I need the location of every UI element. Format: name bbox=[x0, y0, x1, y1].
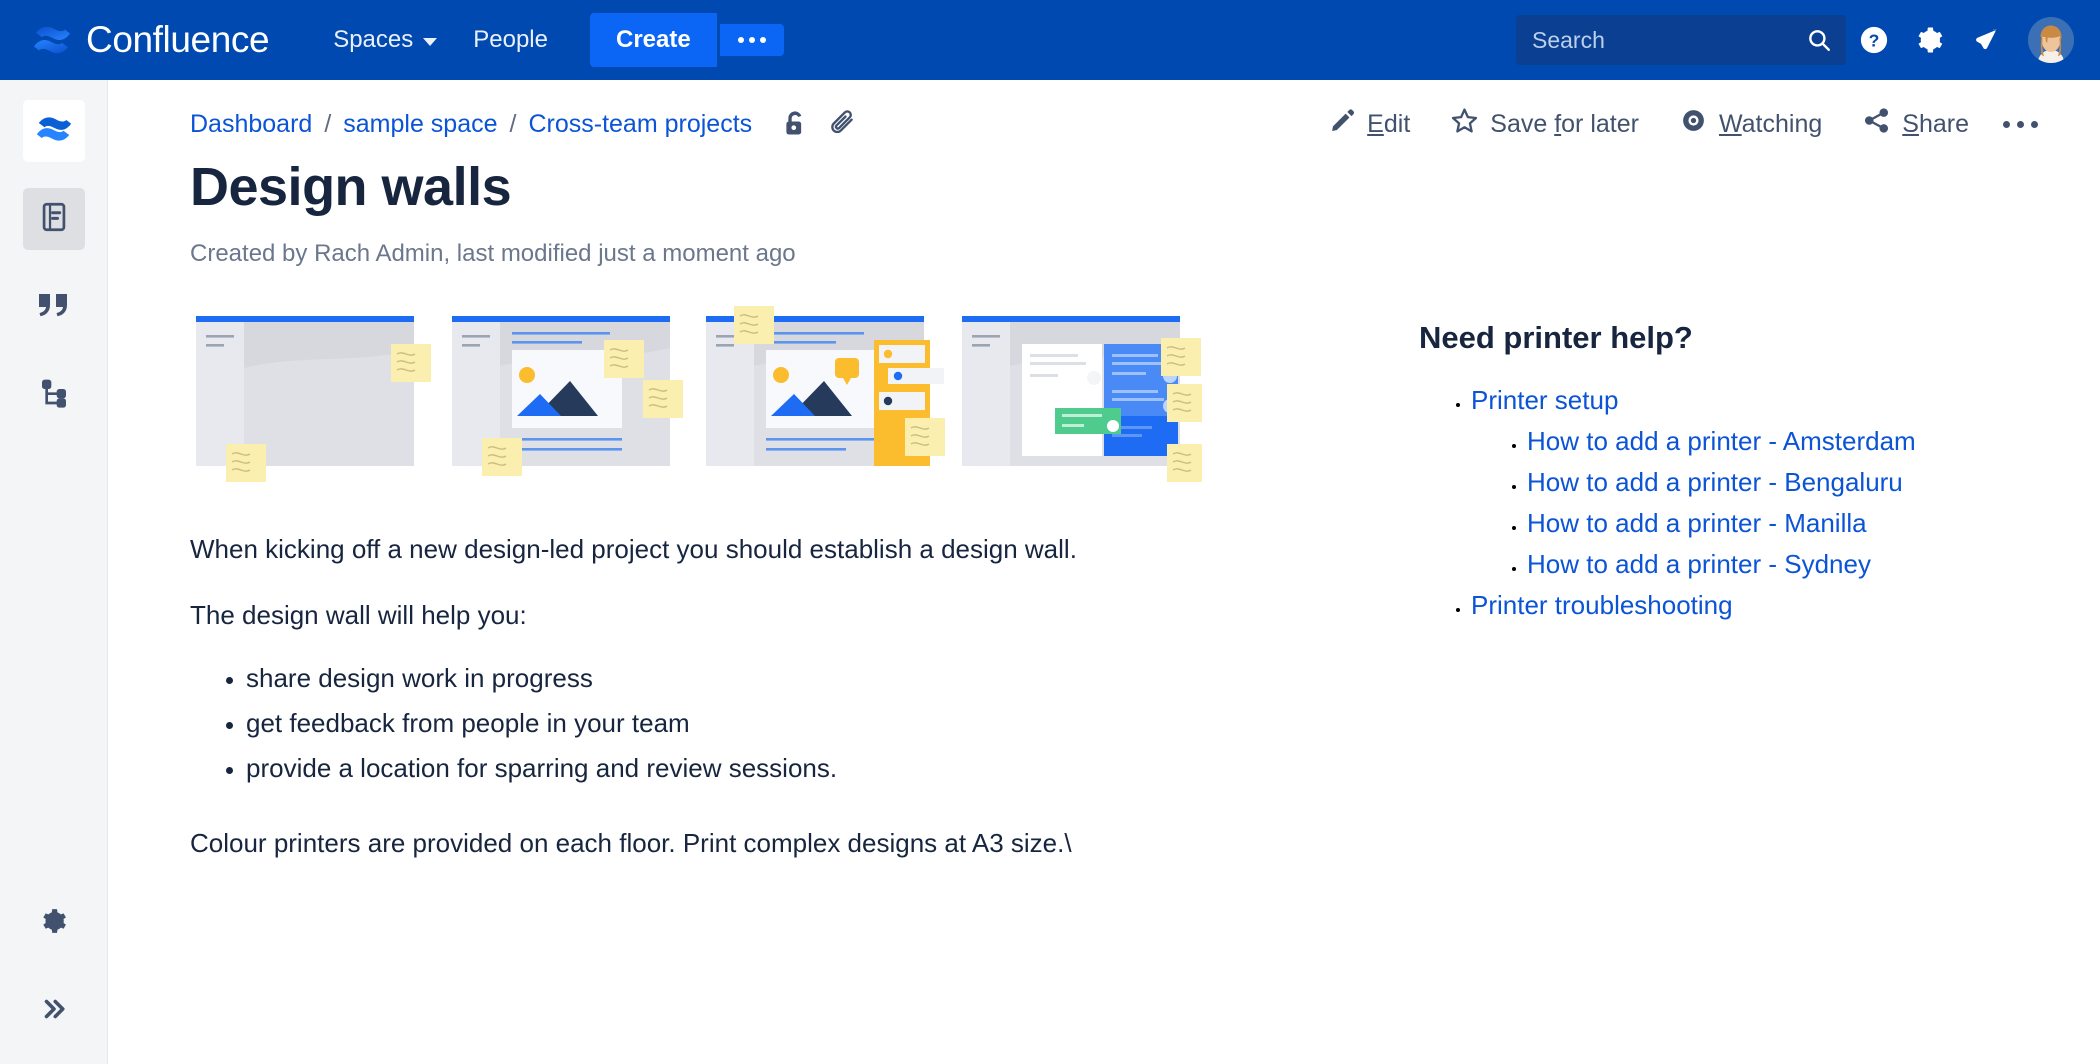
breadcrumb-separator: / bbox=[324, 110, 331, 139]
closing-paragraph: Colour printers are provided on each flo… bbox=[190, 825, 1294, 863]
primary-nav-links: Spaces People bbox=[315, 16, 566, 64]
nav-spaces-label: Spaces bbox=[333, 26, 413, 54]
watching-button[interactable]: Watching bbox=[1659, 98, 1842, 150]
sidebar-bottom-group bbox=[0, 892, 108, 1042]
list-item: How to add a printer - Sydney bbox=[1527, 546, 1916, 583]
page-actions: Edit Save for later Wa bbox=[1309, 98, 2052, 150]
link-add-printer-manilla[interactable]: How to add a printer - Manilla bbox=[1527, 508, 1867, 538]
page-tree-icon bbox=[38, 377, 70, 414]
body-paragraph-1: When kicking off a new design-led projec… bbox=[190, 531, 1294, 569]
user-avatar[interactable] bbox=[2028, 17, 2074, 63]
confluence-logo-icon bbox=[32, 20, 72, 60]
create-button-group: Create bbox=[590, 13, 784, 67]
expand-sidebar-chevrons-icon bbox=[39, 994, 69, 1029]
breadcrumb-dashboard[interactable]: Dashboard bbox=[190, 110, 312, 139]
page-content: Dashboard / sample space / Cross-team pr… bbox=[109, 80, 2100, 1064]
link-add-printer-sydney[interactable]: How to add a printer - Sydney bbox=[1527, 549, 1871, 579]
save-for-later-button[interactable]: Save for later bbox=[1430, 98, 1659, 150]
settings-gear-icon[interactable] bbox=[1902, 12, 1958, 68]
create-button[interactable]: Create bbox=[590, 13, 717, 67]
ellipsis-icon bbox=[738, 37, 766, 43]
list-item: provide a location for sparring and revi… bbox=[246, 746, 1294, 791]
sidebar-spacer bbox=[0, 162, 107, 188]
list-item: Printer setup How to add a printer - Ams… bbox=[1471, 382, 1916, 583]
sidebar-spacer bbox=[0, 250, 107, 276]
page-byline: Created by Rach Admin, last modified jus… bbox=[190, 240, 2100, 268]
nav-people-label: People bbox=[473, 26, 548, 54]
save-for-later-label: Save for later bbox=[1490, 110, 1639, 139]
sidebar-item-space-home[interactable] bbox=[23, 100, 85, 162]
link-printer-setup[interactable]: Printer setup bbox=[1471, 385, 1618, 415]
list-item: How to add a printer - Bengaluru bbox=[1527, 464, 1916, 501]
edit-accesskey: E bbox=[1367, 110, 1384, 138]
pencil-icon bbox=[1329, 107, 1356, 141]
ellipsis-icon bbox=[2003, 121, 2038, 128]
body-paragraph-2: The design wall will help you: bbox=[190, 597, 1294, 635]
brand-home-link[interactable]: Confluence bbox=[32, 19, 269, 61]
eye-icon bbox=[1679, 106, 1708, 142]
list-item: How to add a printer - Amsterdam bbox=[1527, 423, 1916, 460]
chevron-down-icon bbox=[423, 38, 437, 46]
search-box[interactable] bbox=[1516, 15, 1846, 65]
top-navigation-bar: Confluence Spaces People Create bbox=[0, 0, 2100, 80]
printer-help-panel: Need printer help? Printer setup How to … bbox=[1294, 298, 1916, 862]
nav-spaces-menu[interactable]: Spaces bbox=[315, 16, 455, 64]
search-input[interactable] bbox=[1516, 15, 1846, 65]
unlocked-padlock-icon[interactable] bbox=[780, 108, 810, 140]
edit-label: Edit bbox=[1367, 110, 1410, 139]
notifications-megaphone-icon[interactable] bbox=[1958, 12, 2014, 68]
sidebar-expand-button[interactable] bbox=[23, 980, 85, 1042]
breadcrumb-space[interactable]: sample space bbox=[343, 110, 497, 139]
svg-text:?: ? bbox=[1869, 30, 1880, 50]
nav-right-group: ? bbox=[1516, 12, 2074, 68]
watching-accesskey: W bbox=[1719, 110, 1742, 138]
list-item: Printer troubleshooting bbox=[1471, 587, 1916, 624]
help-icon[interactable]: ? bbox=[1846, 12, 1902, 68]
breadcrumb-row: Dashboard / sample space / Cross-team pr… bbox=[109, 80, 2100, 138]
watching-label: Watching bbox=[1719, 110, 1822, 139]
list-item: How to add a printer - Manilla bbox=[1527, 505, 1916, 542]
page-body: When kicking off a new design-led projec… bbox=[109, 298, 2100, 862]
printer-help-list: Printer setup How to add a printer - Ams… bbox=[1471, 382, 1916, 623]
link-printer-troubleshooting[interactable]: Printer troubleshooting bbox=[1471, 590, 1733, 620]
share-accesskey: S bbox=[1902, 110, 1919, 138]
edit-button[interactable]: Edit bbox=[1309, 99, 1430, 149]
page-title: Design walls bbox=[190, 156, 2100, 218]
list-item: share design work in progress bbox=[246, 656, 1294, 701]
printer-help-heading: Need printer help? bbox=[1419, 320, 1916, 356]
search-icon[interactable] bbox=[1806, 27, 1832, 58]
share-label: Share bbox=[1902, 110, 1969, 139]
space-sidebar bbox=[0, 80, 108, 1064]
breadcrumb-separator: / bbox=[510, 110, 517, 139]
blog-quote-icon bbox=[36, 290, 72, 325]
pages-icon bbox=[37, 200, 71, 239]
sidebar-item-pages[interactable] bbox=[23, 188, 85, 250]
create-more-button[interactable] bbox=[720, 24, 784, 56]
page-actions-more-button[interactable] bbox=[1989, 113, 2052, 136]
list-item: get feedback from people in your team bbox=[246, 701, 1294, 746]
share-nodes-icon bbox=[1862, 106, 1891, 142]
confluence-space-logo-icon bbox=[35, 110, 73, 153]
sidebar-item-page-tree[interactable] bbox=[23, 364, 85, 426]
space-settings-gear-icon bbox=[39, 906, 69, 941]
printer-setup-sublist: How to add a printer - Amsterdam How to … bbox=[1527, 423, 1916, 583]
star-icon bbox=[1450, 106, 1479, 142]
page-body-main: When kicking off a new design-led projec… bbox=[109, 298, 1294, 862]
benefits-list: share design work in progress get feedba… bbox=[246, 656, 1294, 790]
sidebar-spacer bbox=[0, 954, 108, 980]
nav-people-link[interactable]: People bbox=[455, 16, 566, 64]
link-add-printer-amsterdam[interactable]: How to add a printer - Amsterdam bbox=[1527, 426, 1916, 456]
breadcrumb-icons bbox=[780, 108, 858, 140]
breadcrumb-parent-page[interactable]: Cross-team projects bbox=[528, 110, 752, 139]
sidebar-item-space-settings[interactable] bbox=[23, 892, 85, 954]
design-wall-boards-illustration bbox=[192, 298, 1294, 503]
link-add-printer-bengaluru[interactable]: How to add a printer - Bengaluru bbox=[1527, 467, 1903, 497]
sidebar-item-blog[interactable] bbox=[23, 276, 85, 338]
attachment-paperclip-icon[interactable] bbox=[828, 108, 858, 140]
brand-name-label: Confluence bbox=[86, 19, 269, 61]
share-button[interactable]: Share bbox=[1842, 98, 1989, 150]
sidebar-spacer bbox=[0, 338, 107, 364]
